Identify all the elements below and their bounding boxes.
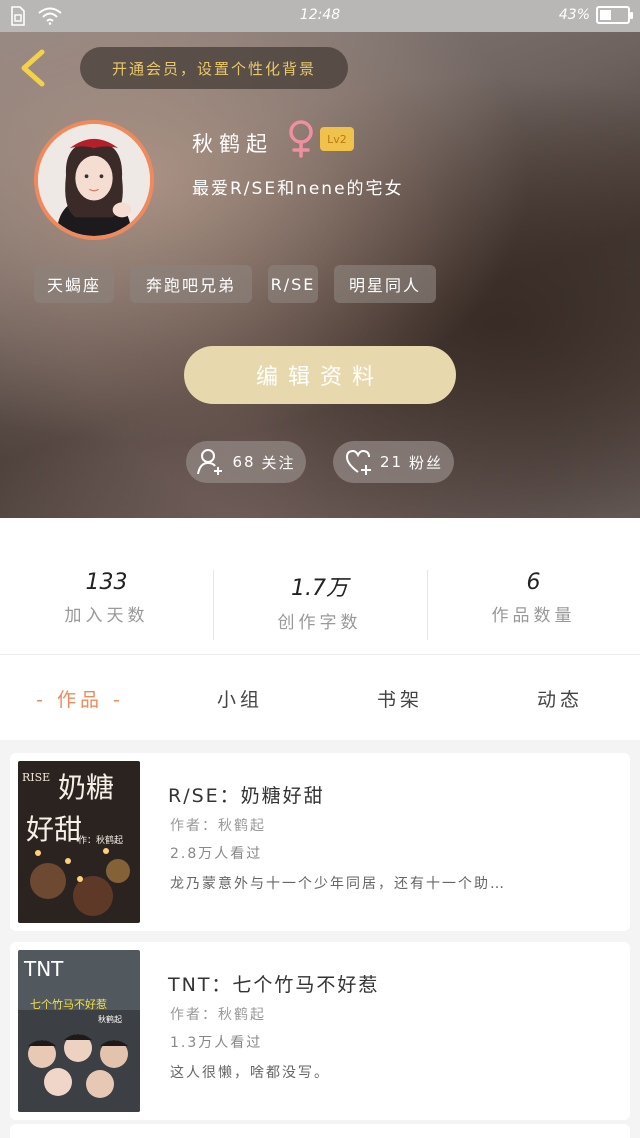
user-bio: 最爱R/SE和nene的宅女	[192, 179, 404, 199]
following-button[interactable]: 68 关注	[186, 441, 306, 483]
following-count: 68	[232, 453, 256, 471]
cover-text: 作：秋鹤起	[78, 834, 123, 846]
work-description: 龙乃蒙意外与十一个少年同居，还有十一个助…	[170, 876, 506, 892]
chevron-left-icon	[21, 49, 45, 87]
tag[interactable]: R/SE	[268, 265, 318, 303]
stat-label: 作品数量	[491, 606, 576, 626]
work-author: 作者：秋鹤起	[170, 1007, 266, 1023]
tab-groups[interactable]: 小组	[160, 685, 320, 712]
cover-text: TNT	[23, 957, 64, 981]
work-views: 1.3万人看过	[170, 1035, 263, 1051]
stat-value: 6	[526, 570, 541, 595]
user-name: 秋鹤起	[192, 132, 273, 156]
work-card[interactable]: TNT 七个竹马不好惹 秋鹤起 TNT：七个竹马不好惹 作者：秋鹤起 1.3万人…	[10, 942, 630, 1120]
work-description: 这人很懒，啥都没写。	[170, 1065, 330, 1081]
tag[interactable]: 明星同人	[334, 265, 436, 303]
cover-text: RISE	[22, 771, 50, 784]
cover-text: 奶糖	[58, 771, 114, 804]
next-card-edge	[10, 1124, 630, 1138]
tag[interactable]: 奔跑吧兄弟	[130, 265, 252, 303]
tag[interactable]: 天蝎座	[34, 265, 114, 303]
fans-count: 21	[379, 453, 404, 471]
stat-label: 创作字数	[277, 613, 362, 633]
cover-text: 七个竹马不好惹	[30, 997, 107, 1011]
battery-icon	[596, 6, 633, 24]
stat-value: 1.7万	[291, 576, 348, 601]
tab-bar: - 作品 - 小组 书架 动态	[0, 654, 640, 740]
heart-plus-icon	[345, 449, 371, 475]
fans-button[interactable]: 21 粉丝	[333, 441, 454, 483]
work-views: 2.8万人看过	[170, 846, 263, 862]
cover-text: 好甜	[26, 813, 82, 846]
stat-words: 1.7万 创作字数	[213, 570, 426, 633]
female-icon	[286, 120, 316, 162]
work-title: R/SE：奶糖好甜	[168, 785, 325, 807]
level-badge: Lv2	[320, 127, 354, 151]
status-bar: 12:48 43%	[0, 0, 640, 32]
tab-works[interactable]: - 作品 -	[0, 685, 160, 712]
stat-label: 加入天数	[64, 606, 149, 626]
stat-works: 6 作品数量	[427, 570, 640, 626]
vip-banner[interactable]: 开通会员，设置个性化背景	[80, 47, 348, 89]
work-author: 作者：秋鹤起	[170, 818, 266, 834]
clock: 12:48	[299, 7, 341, 23]
stat-days: 133 加入天数	[0, 570, 213, 626]
add-user-icon	[197, 449, 223, 475]
stat-value: 133	[85, 570, 128, 595]
work-card[interactable]: RISE 奶糖 好甜 作：秋鹤起 R/SE：奶糖好甜 作者：秋鹤起 2.8万人看…	[10, 753, 630, 931]
avatar[interactable]	[34, 120, 154, 240]
battery-percent: 43%	[558, 7, 590, 23]
stats-panel: 133 加入天数 1.7万 创作字数 6 作品数量	[0, 518, 640, 654]
edit-profile-button[interactable]: 编辑资料	[184, 346, 456, 404]
tab-activity[interactable]: 动态	[480, 685, 640, 712]
book-cover: RISE 奶糖 好甜 作：秋鹤起	[18, 761, 140, 923]
back-button[interactable]	[14, 46, 54, 90]
work-title: TNT：七个竹马不好惹	[168, 974, 380, 996]
following-label: 关注	[261, 453, 296, 472]
tab-bookshelf[interactable]: 书架	[320, 685, 480, 712]
profile-header: 开通会员，设置个性化背景 秋鹤起 Lv2 最爱R/SE和nene的宅女 天蝎座 …	[0, 32, 640, 518]
book-cover: TNT 七个竹马不好惹 秋鹤起	[18, 950, 140, 1112]
cover-text: 秋鹤起	[98, 1014, 122, 1024]
fans-label: 粉丝	[409, 453, 444, 472]
